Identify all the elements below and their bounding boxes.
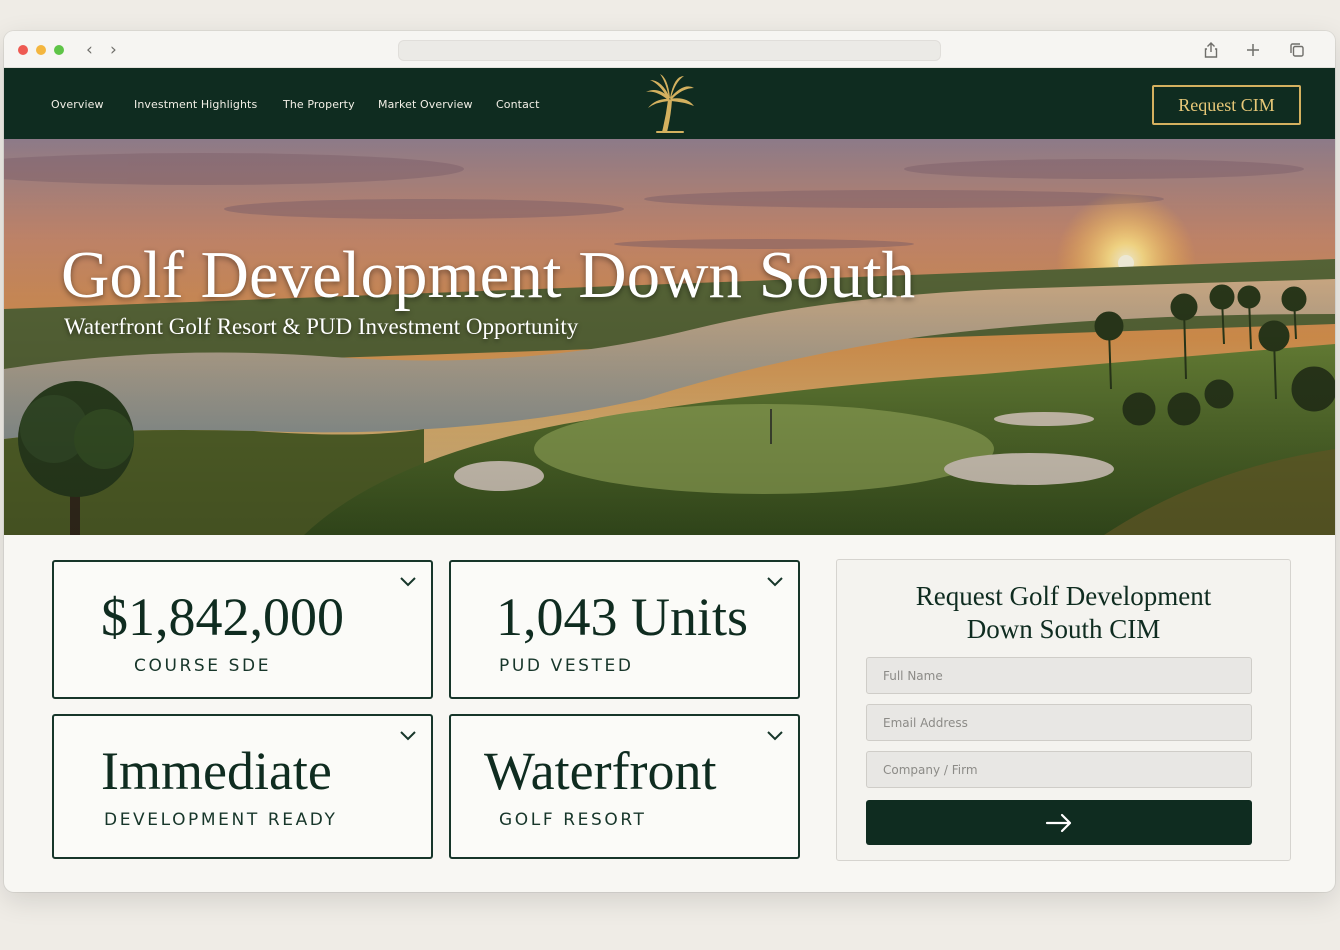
- chevron-down-icon[interactable]: [399, 576, 417, 588]
- chevron-down-icon[interactable]: [399, 730, 417, 742]
- stat-label: PUD VESTED: [499, 656, 634, 676]
- nav-contact[interactable]: Contact: [496, 98, 540, 111]
- form-title: Request Golf Development Down South CIM: [837, 580, 1290, 646]
- stat-label: DEVELOPMENT READY: [104, 810, 338, 830]
- nav-investment-highlights[interactable]: Investment Highlights: [134, 98, 257, 111]
- maximize-window-button[interactable]: [54, 45, 64, 55]
- stat-value: $1,842,000: [101, 587, 344, 647]
- minimize-window-button[interactable]: [36, 45, 46, 55]
- browser-toolbar: ‹ ›: [4, 31, 1335, 68]
- submit-button[interactable]: [866, 800, 1252, 845]
- arrow-right-icon: [1045, 813, 1072, 832]
- nav-overview[interactable]: Overview: [51, 98, 104, 111]
- tab-overview-icon[interactable]: [1288, 41, 1306, 59]
- chevron-down-icon[interactable]: [766, 730, 784, 742]
- site-header: Overview Investment Highlights The Prope…: [4, 68, 1335, 139]
- form-title-line-1: Request Golf Development: [915, 581, 1212, 611]
- palm-tree-logo-icon[interactable]: [644, 74, 696, 134]
- stat-card-golf-resort[interactable]: Waterfront GOLF RESORT: [449, 714, 800, 859]
- close-window-button[interactable]: [18, 45, 28, 55]
- back-icon[interactable]: ‹: [86, 40, 93, 60]
- stat-card-pud-vested[interactable]: 1,043 Units PUD VESTED: [449, 560, 800, 699]
- hero-section: Golf Development Down South Waterfront G…: [4, 139, 1335, 535]
- hero-subtitle: Waterfront Golf Resort & PUD Investment …: [64, 314, 579, 339]
- request-cim-button[interactable]: Request CIM: [1152, 85, 1301, 125]
- forward-icon[interactable]: ›: [110, 40, 117, 60]
- new-tab-icon[interactable]: [1244, 41, 1262, 59]
- stat-label: COURSE SDE: [134, 656, 272, 676]
- request-cim-form: Request Golf Development Down South CIM: [836, 559, 1291, 861]
- nav-market-overview[interactable]: Market Overview: [378, 98, 473, 111]
- stat-value: Immediate: [101, 741, 332, 801]
- stat-value: Waterfront: [484, 741, 717, 801]
- form-title-line-2: Down South CIM: [966, 614, 1161, 644]
- browser-window: ‹ › Overview Investment Highlights The P…: [4, 31, 1335, 892]
- stat-card-course-sde[interactable]: $1,842,000 COURSE SDE: [52, 560, 433, 699]
- address-bar[interactable]: [398, 40, 941, 61]
- stat-value: 1,043 Units: [496, 587, 749, 647]
- share-icon[interactable]: [1202, 41, 1220, 59]
- stat-label: GOLF RESORT: [499, 810, 647, 830]
- nav-the-property[interactable]: The Property: [283, 98, 355, 111]
- email-address-input[interactable]: [866, 704, 1252, 741]
- stat-card-development-ready[interactable]: Immediate DEVELOPMENT READY: [52, 714, 433, 859]
- company-firm-input[interactable]: [866, 751, 1252, 788]
- hero-title: Golf Development Down South: [61, 238, 916, 312]
- full-name-input[interactable]: [866, 657, 1252, 694]
- chevron-down-icon[interactable]: [766, 576, 784, 588]
